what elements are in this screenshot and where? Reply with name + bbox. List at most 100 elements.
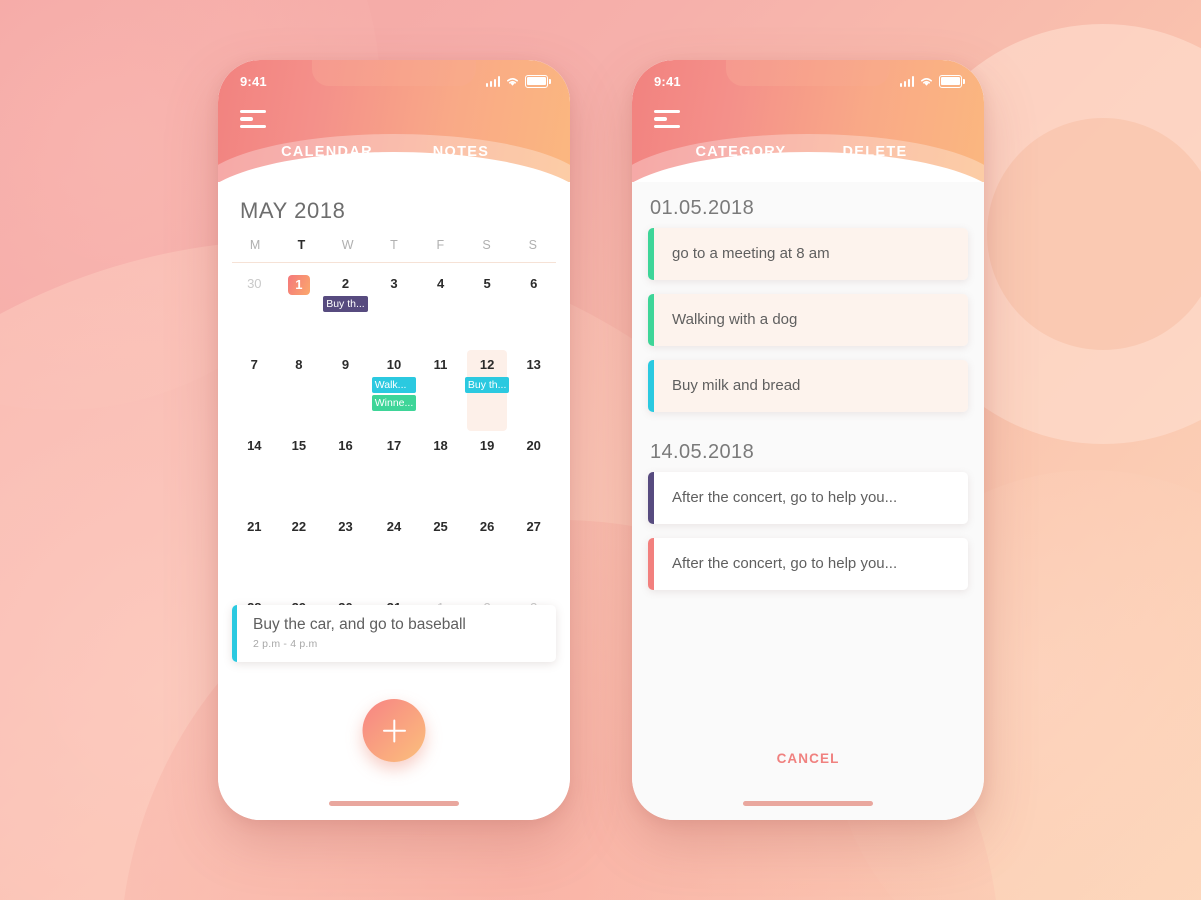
header-right: 9:41 CATEGORY DELETE (632, 60, 984, 264)
event-card-body: Buy the car, and go to baseball 2 p.m - … (237, 605, 480, 662)
calendar-day-cell[interactable]: 16 (321, 431, 370, 512)
day-number: 24 (386, 519, 402, 534)
calendar-day-cell[interactable]: 27 (511, 512, 556, 593)
wifi-icon (507, 77, 518, 86)
calendar-day-cell[interactable]: 25 (418, 512, 463, 593)
day-number: 20 (526, 438, 541, 453)
calendar-day-cell[interactable]: 4 (418, 269, 463, 350)
calendar-day-cell[interactable]: 13 (511, 350, 556, 431)
note-text: go to a meeting at 8 am (654, 228, 968, 280)
header-left: 9:41 CALENDAR NOTES (218, 60, 570, 264)
day-number: 4 (436, 276, 445, 291)
weekday-label-5: S (482, 238, 491, 252)
phone-notes-screen: 9:41 CATEGORY DELETE 01.05.2018 go to a m… (632, 60, 984, 820)
weekday-label-1: T (297, 238, 306, 252)
status-time: 9:41 (654, 73, 681, 89)
weekday-label-6: S (528, 238, 537, 252)
day-number: 15 (291, 438, 307, 453)
event-chip[interactable]: Winne... (371, 395, 417, 411)
note-item[interactable]: go to a meeting at 8 am (648, 228, 968, 280)
day-number: 1 (287, 275, 310, 295)
calendar-day-cell[interactable]: 20 (511, 431, 556, 512)
day-number: 27 (526, 519, 541, 534)
event-chip[interactable]: Walk... (371, 377, 417, 393)
day-chips: Buy th... (463, 377, 512, 393)
day-number: 12 (479, 357, 495, 372)
calendar-day-cell[interactable]: 12 Buy th... (463, 350, 512, 431)
note-item[interactable]: Buy milk and bread (648, 360, 968, 412)
day-chips: Buy th... (321, 296, 370, 312)
hamburger-menu-icon[interactable] (654, 110, 680, 132)
calendar-day-cell[interactable]: 30 (232, 269, 277, 350)
add-event-button[interactable] (362, 699, 426, 762)
note-text: Walking with a dog (654, 294, 968, 346)
note-text: After the concert, go to help you... (654, 472, 968, 524)
calendar-day-cell[interactable]: 10 Walk... Winne... (370, 350, 419, 431)
weekday-label-4: F (436, 238, 445, 252)
calendar-day-cell[interactable]: 1 (277, 269, 322, 350)
battery-icon (939, 74, 965, 88)
calendar-day-cell[interactable]: 5 (463, 269, 512, 350)
status-bar-left: 9:41 (218, 72, 570, 90)
event-card-time: 2 p.m - 4 p.m (253, 638, 318, 650)
event-chip[interactable]: Buy th... (323, 296, 368, 312)
screen-right: 9:41 CATEGORY DELETE 01.05.2018 go to a m… (632, 60, 984, 820)
day-number: 25 (433, 519, 448, 534)
status-icons (485, 74, 551, 88)
phone-calendar-screen: 9:41 CALENDAR NOTES MAY 2018 MTWTFSS 30 … (218, 60, 570, 820)
calendar-day-cell[interactable]: 14 (232, 431, 277, 512)
calendar-day-cell[interactable]: 8 (277, 350, 322, 431)
signal-bars-icon (485, 75, 500, 87)
screen-left: 9:41 CALENDAR NOTES MAY 2018 MTWTFSS 30 … (218, 60, 570, 820)
hamburger-menu-icon[interactable] (240, 110, 266, 132)
day-number: 9 (341, 357, 350, 372)
event-card[interactable]: Buy the car, and go to baseball 2 p.m - … (232, 605, 556, 662)
calendar-day-cell[interactable]: 23 (321, 512, 370, 593)
calendar-day-cell[interactable]: 19 (463, 431, 512, 512)
notes-body: 01.05.2018 go to a meeting at 8 am Walking… (632, 182, 984, 820)
battery-icon (525, 74, 551, 88)
weekday-label-3: T (390, 238, 398, 252)
calendar-day-cell[interactable]: 6 (511, 269, 556, 350)
event-chip[interactable]: Buy th... (464, 377, 510, 393)
calendar-day-cell[interactable]: 9 (321, 350, 370, 431)
day-number: 3 (390, 276, 398, 291)
day-number: 26 (479, 519, 495, 534)
calendar-day-cell[interactable]: 7 (232, 350, 277, 431)
calendar-day-cell[interactable]: 3 (370, 269, 419, 350)
notes-sections: 01.05.2018 go to a meeting at 8 am Walking… (632, 182, 984, 590)
calendar-day-cell[interactable]: 26 (463, 512, 512, 593)
note-text: Buy milk and bread (654, 360, 968, 412)
note-item[interactable]: After the concert, go to help you... (648, 472, 968, 524)
signal-bars-icon (899, 75, 914, 87)
calendar-day-cell[interactable]: 22 (277, 512, 322, 593)
calendar-day-cell[interactable]: 11 (418, 350, 463, 431)
day-number: 11 (433, 357, 448, 372)
day-number: 2 (341, 276, 350, 291)
note-item[interactable]: Walking with a dog (648, 294, 968, 346)
calendar-day-cell[interactable]: 15 (277, 431, 322, 512)
day-number: 19 (479, 438, 495, 453)
note-item[interactable]: After the concert, go to help you... (648, 538, 968, 590)
home-indicator[interactable] (743, 801, 873, 806)
notes-date-header: 14.05.2018 (650, 441, 755, 463)
day-number: 13 (526, 357, 541, 372)
page-title: MAY 2018 (240, 198, 346, 223)
day-number: 6 (530, 276, 538, 291)
calendar-day-cell[interactable]: 21 (232, 512, 277, 593)
status-time: 9:41 (240, 73, 267, 89)
day-number: 7 (250, 357, 258, 372)
calendar-day-cell[interactable]: 17 (370, 431, 419, 512)
weekday-label-0: M (249, 238, 261, 252)
day-number: 30 (247, 276, 262, 291)
day-number: 16 (338, 438, 353, 453)
event-card-title: Buy the car, and go to baseball (253, 616, 466, 633)
home-indicator[interactable] (329, 801, 459, 806)
wifi-icon (921, 77, 932, 86)
day-number: 21 (247, 519, 262, 534)
calendar-day-cell[interactable]: 2 Buy th... (321, 269, 370, 350)
calendar-day-cell[interactable]: 18 (418, 431, 463, 512)
cancel-button[interactable]: CANCEL (632, 751, 984, 766)
calendar-day-cell[interactable]: 24 (370, 512, 419, 593)
day-number: 14 (247, 438, 262, 453)
